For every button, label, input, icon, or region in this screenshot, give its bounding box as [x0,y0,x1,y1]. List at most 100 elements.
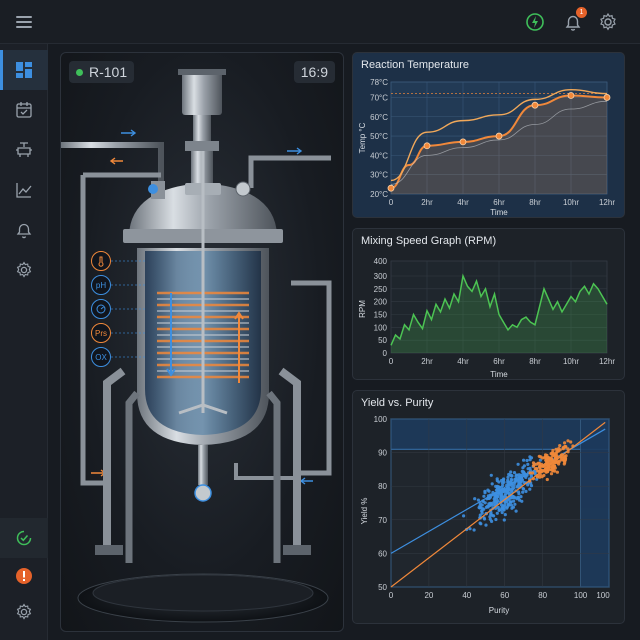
notification-count-badge: 1 [576,7,587,18]
x-axis-label: Time [490,370,508,379]
scatter-point [490,519,494,523]
oxygen-sensor-label: OX [95,352,107,362]
sidebar-item-alerts[interactable] [0,210,48,250]
y-tick-label: 400 [374,257,388,266]
y-tick-label: 50°C [370,132,388,141]
x-tick-label: 100 [574,591,588,600]
scatter-point [521,466,525,470]
y-tick-label: 30°C [370,171,388,180]
sidebar-item-dashboard[interactable] [0,50,48,90]
scatter-point [532,464,536,468]
scatter-point [521,490,525,494]
scatter-point [489,473,493,477]
y-axis-label: Yield % [360,498,369,525]
x-tick-label: 10hr [563,357,579,366]
reactor-view: R-101 16:9 pH Prs OX [60,52,344,632]
settings-gear-icon[interactable] [596,10,620,34]
yield-purity-chart[interactable]: 50 60 70 80 90 100 0 20 40 60 80 100 100 Purity Yield … [353,391,625,624]
scatter-point [502,518,506,522]
reactor-id-label: R-101 [89,64,128,80]
scatter-point [525,458,529,463]
y-tick-label: 90 [378,449,387,458]
scatter-point [510,484,514,488]
scatter-point [549,472,554,476]
scatter-point [514,509,518,513]
scatter-point [492,514,496,518]
x-tick-label: 12hr [599,357,615,366]
y-tick-label: 250 [374,285,388,294]
x-axis-label: Time [490,208,508,217]
scatter-point [499,494,503,498]
oxygen-sensor[interactable]: OX [91,347,111,367]
data-point [423,142,431,150]
scatter-point [501,507,505,511]
scatter-point [536,461,540,465]
sidebar-item-trends[interactable] [0,170,48,210]
yield-purity-chart-card[interactable]: 50 60 70 80 90 100 0 20 40 60 80 100 100 Purity Yield … [352,390,625,624]
scatter-point [563,441,567,445]
y-tick-label: 300 [374,272,388,281]
sidebar-item-warning[interactable] [0,556,48,596]
y-tick-label: 0 [383,349,388,358]
sidebar-item-settings[interactable] [0,250,48,290]
y-tick-label: 78°C [370,78,388,87]
calendar-icon [16,102,32,118]
scatter-point [512,471,517,475]
x-tick-label: 40 [462,591,471,600]
y-tick-label: 200 [374,298,388,307]
scatter-point [533,467,537,471]
scatter-point [495,479,499,483]
pressure-sensor[interactable]: Prs [91,323,111,343]
x-tick-label: 60 [500,591,509,600]
x-tick-label: 2hr [421,357,433,366]
y-tick-label: 100 [374,415,388,424]
y-axis-label: RPM [358,300,367,318]
aspect-ratio-tag[interactable]: 16:9 [293,61,335,83]
gear-icon [16,603,32,620]
temperature-chart[interactable]: 20°C 30°C 40°C 50°C 60°C 70°C 78°C 0 2hr 4hr 6hr 8h… [353,53,625,218]
scatter-point [528,471,532,475]
hamburger-menu-icon[interactable] [10,10,38,34]
x-tick-label: 0 [389,591,394,600]
scatter-point [487,489,491,493]
scatter-point [502,489,506,493]
scatter-point [495,494,499,498]
scatter-point [563,461,567,465]
scatter-point [563,456,567,460]
status-dot [76,68,83,76]
scatter-point [505,506,509,510]
gear-icon [16,261,32,278]
temperature-sensor[interactable] [91,251,111,271]
mixing-speed-chart[interactable]: 0 50 100 150 200 250 300 400 0 2hr 4hr 6hr 8hr 10hr 12… [353,229,625,380]
aspect-ratio-label: 16:9 [300,64,328,80]
reactor-id-tag[interactable]: R-101 [69,61,135,83]
notifications-bell-icon[interactable]: 1 [561,7,587,34]
scatter-point [495,500,499,505]
scatter-point [553,456,557,460]
sidebar-item-calendar[interactable] [0,90,48,130]
x-tick-label: 2hr [421,198,433,207]
thermometer-icon [98,256,104,267]
scatter-point [546,457,550,461]
scatter-point [544,470,548,474]
mixing-speed-chart-title: Mixing Speed Graph (RPM) [361,235,497,247]
sidebar-item-preferences[interactable] [0,592,48,632]
pressure-gauge-sensor[interactable] [91,299,111,319]
y-tick-label: 70 [378,516,387,525]
clock-check-icon [16,530,32,546]
scatter-point [516,462,520,466]
sidebar-item-schedule[interactable] [0,518,48,558]
scatter-point [516,495,520,499]
y-tick-label: 60 [378,549,387,558]
ph-sensor[interactable]: pH [91,275,111,295]
x-tick-label: 6hr [493,198,505,207]
sidebar-item-equipment[interactable] [0,130,48,170]
data-point [459,138,467,146]
scatter-point [542,463,546,467]
x-tick-label: 8hr [529,357,541,366]
temperature-chart-card[interactable]: 20°C 30°C 40°C 50°C 60°C 70°C 78°C 0 2hr 4hr 6hr 8h… [352,52,625,218]
mixing-speed-chart-card[interactable]: 0 50 100 150 200 250 300 400 0 2hr 4hr 6hr 8hr 10hr 12… [352,228,625,380]
y-tick-label: 80 [378,482,387,491]
data-point [603,94,611,101]
power-status-icon[interactable] [523,10,547,34]
